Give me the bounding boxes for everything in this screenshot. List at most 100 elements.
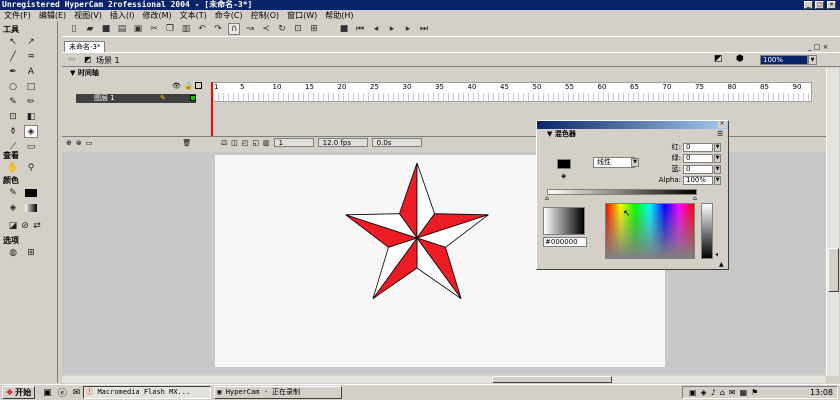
fill-type-dropdown-icon[interactable]: ▼: [631, 158, 639, 167]
stroke-swatch[interactable]: [557, 159, 571, 169]
onion-skin-icon[interactable]: ◫: [231, 139, 238, 147]
menu-help[interactable]: 帮助(H): [325, 10, 353, 21]
alpha-input[interactable]: 100%: [683, 175, 713, 185]
edit-symbol-icon[interactable]: ⬢: [736, 54, 744, 64]
pen-tool-icon[interactable]: ✒: [6, 65, 20, 78]
blue-dropdown-icon[interactable]: ▼: [714, 164, 721, 174]
print-preview-icon[interactable]: ▣: [132, 23, 144, 35]
red-dropdown-icon[interactable]: ▼: [714, 142, 721, 152]
show-desktop-icon[interactable]: ▣: [43, 388, 52, 398]
menu-control[interactable]: 控制(O): [251, 10, 280, 21]
copy-icon[interactable]: ❐: [164, 23, 176, 35]
doc-window-buttons-icon[interactable]: _ □ ×: [808, 43, 828, 51]
back-arrow-icon[interactable]: ⇦: [68, 55, 76, 65]
snap-magnet-icon[interactable]: ∩: [228, 22, 240, 35]
lock-icon[interactable]: 🔒: [184, 82, 193, 90]
hand-tool-icon[interactable]: ✋: [6, 161, 20, 174]
step-back-icon[interactable]: ◂: [370, 23, 382, 35]
menu-edit[interactable]: 编辑(E): [39, 10, 66, 21]
line-tool-icon[interactable]: ╱: [6, 50, 20, 63]
green-dropdown-icon[interactable]: ▼: [714, 153, 721, 163]
menu-modify[interactable]: 修改(M): [142, 10, 171, 21]
rectangle-tool-icon[interactable]: □: [24, 80, 38, 93]
layer-color-icon[interactable]: [190, 95, 196, 101]
insert-folder-icon[interactable]: ▭: [86, 139, 93, 147]
menu-view[interactable]: 视图(V): [74, 10, 102, 21]
vertical-scrollbar[interactable]: [826, 68, 839, 376]
pencil-tool-icon[interactable]: ✎: [6, 95, 20, 108]
fill-transform-tool-icon[interactable]: ◧: [24, 110, 38, 123]
save-icon[interactable]: ■: [100, 23, 112, 35]
lasso-tool-icon[interactable]: ♒: [24, 50, 38, 63]
playhead[interactable]: [211, 82, 213, 138]
outlook-icon[interactable]: ✉: [73, 388, 81, 398]
maximize-icon[interactable]: □: [815, 1, 824, 9]
lock-fill-icon[interactable]: ⊞: [24, 246, 38, 259]
mixer-header[interactable]: ▼ 混色器 ☰: [539, 130, 726, 139]
hex-input[interactable]: #000000: [543, 237, 587, 247]
brush-tool-icon[interactable]: ✏: [24, 95, 38, 108]
edit-multiple-icon[interactable]: ◱: [252, 139, 259, 147]
subselect-tool-icon[interactable]: ↗: [24, 35, 38, 48]
print-icon[interactable]: ▤: [116, 23, 128, 35]
mixer-options-icon[interactable]: ☰: [717, 130, 723, 139]
blue-input[interactable]: 0: [683, 164, 713, 174]
align-icon[interactable]: ⊞: [308, 23, 320, 35]
gradient-bar[interactable]: [547, 189, 697, 195]
delete-layer-icon[interactable]: 🗑: [182, 139, 191, 147]
open-folder-icon[interactable]: ▰: [84, 23, 96, 35]
rewind-icon[interactable]: ⏮: [354, 23, 366, 35]
center-frame-icon[interactable]: ⊡: [221, 139, 227, 147]
gradient-stop-right-icon[interactable]: ⌂: [693, 195, 697, 202]
ie-icon[interactable]: ⓔ: [58, 386, 67, 399]
edit-scene-icon[interactable]: ◩: [714, 54, 723, 64]
minimize-icon[interactable]: _: [804, 1, 813, 9]
mixer-title-bar[interactable]: ×: [537, 121, 728, 129]
modify-markers-icon[interactable]: ▥: [263, 139, 270, 147]
menu-window[interactable]: 窗口(W): [287, 10, 317, 21]
document-tab[interactable]: 未命名-3*: [64, 41, 106, 52]
fill-bucket-icon[interactable]: ◈: [561, 172, 566, 180]
brightness-thumb-icon[interactable]: ◂: [715, 251, 718, 258]
swap-colors-icon[interactable]: ⇄: [30, 219, 44, 232]
add-guide-icon[interactable]: ⊗: [76, 139, 82, 147]
stop-icon[interactable]: ■: [338, 23, 350, 35]
color-spectrum[interactable]: [605, 203, 695, 259]
rotate-icon[interactable]: ↻: [276, 23, 288, 35]
step-forward-icon[interactable]: ▸: [402, 23, 414, 35]
menu-insert[interactable]: 插入(I): [110, 10, 135, 21]
alpha-dropdown-icon[interactable]: ▼: [714, 175, 721, 185]
new-file-icon[interactable]: ▯: [68, 23, 80, 35]
play-icon[interactable]: ▸: [386, 23, 398, 35]
red-star[interactable]: [345, 162, 489, 300]
redo-icon[interactable]: ↷: [212, 23, 224, 35]
green-input[interactable]: 0: [683, 153, 713, 163]
vertical-scroll-thumb[interactable]: [828, 248, 839, 292]
outline-icon[interactable]: [195, 82, 202, 89]
brightness-slider[interactable]: [701, 203, 713, 259]
eye-icon[interactable]: 👁: [172, 82, 181, 90]
gap-size-icon[interactable]: ◍: [6, 246, 20, 259]
straighten-icon[interactable]: ≺: [260, 23, 272, 35]
collapse-panel-icon[interactable]: ▲: [719, 261, 724, 268]
zoom-select[interactable]: 100%: [760, 55, 808, 65]
horizontal-scroll-thumb[interactable]: [492, 376, 612, 383]
zoom-tool-icon[interactable]: ⚲: [24, 161, 38, 174]
undo-icon[interactable]: ↶: [196, 23, 208, 35]
menu-file[interactable]: 文件(F): [4, 10, 31, 21]
smooth-icon[interactable]: ↝: [244, 23, 256, 35]
taskbar-flash[interactable]: ⓕ Macromedia Flash MX...: [83, 386, 212, 399]
text-tool-icon[interactable]: A: [24, 65, 38, 78]
cut-icon[interactable]: ✂: [148, 23, 160, 35]
taskbar-hypercam[interactable]: ▣ HyperCam - 正在录制: [214, 386, 343, 399]
stroke-color-swatch[interactable]: [24, 186, 38, 199]
fill-color-icon[interactable]: ◈: [6, 201, 20, 214]
mixer-close-icon[interactable]: ×: [718, 121, 726, 128]
timeline-header[interactable]: ▼ 时间轴: [62, 68, 826, 78]
oval-tool-icon[interactable]: ○: [6, 80, 20, 93]
layer-row[interactable]: 图层 1 ✎: [76, 94, 196, 103]
zoom-dropdown-icon[interactable]: ▼: [808, 55, 817, 65]
paint-bucket-tool-icon[interactable]: ◈: [24, 125, 38, 138]
paste-icon[interactable]: ▥: [180, 23, 192, 35]
fill-type-select[interactable]: 线性: [593, 157, 635, 168]
